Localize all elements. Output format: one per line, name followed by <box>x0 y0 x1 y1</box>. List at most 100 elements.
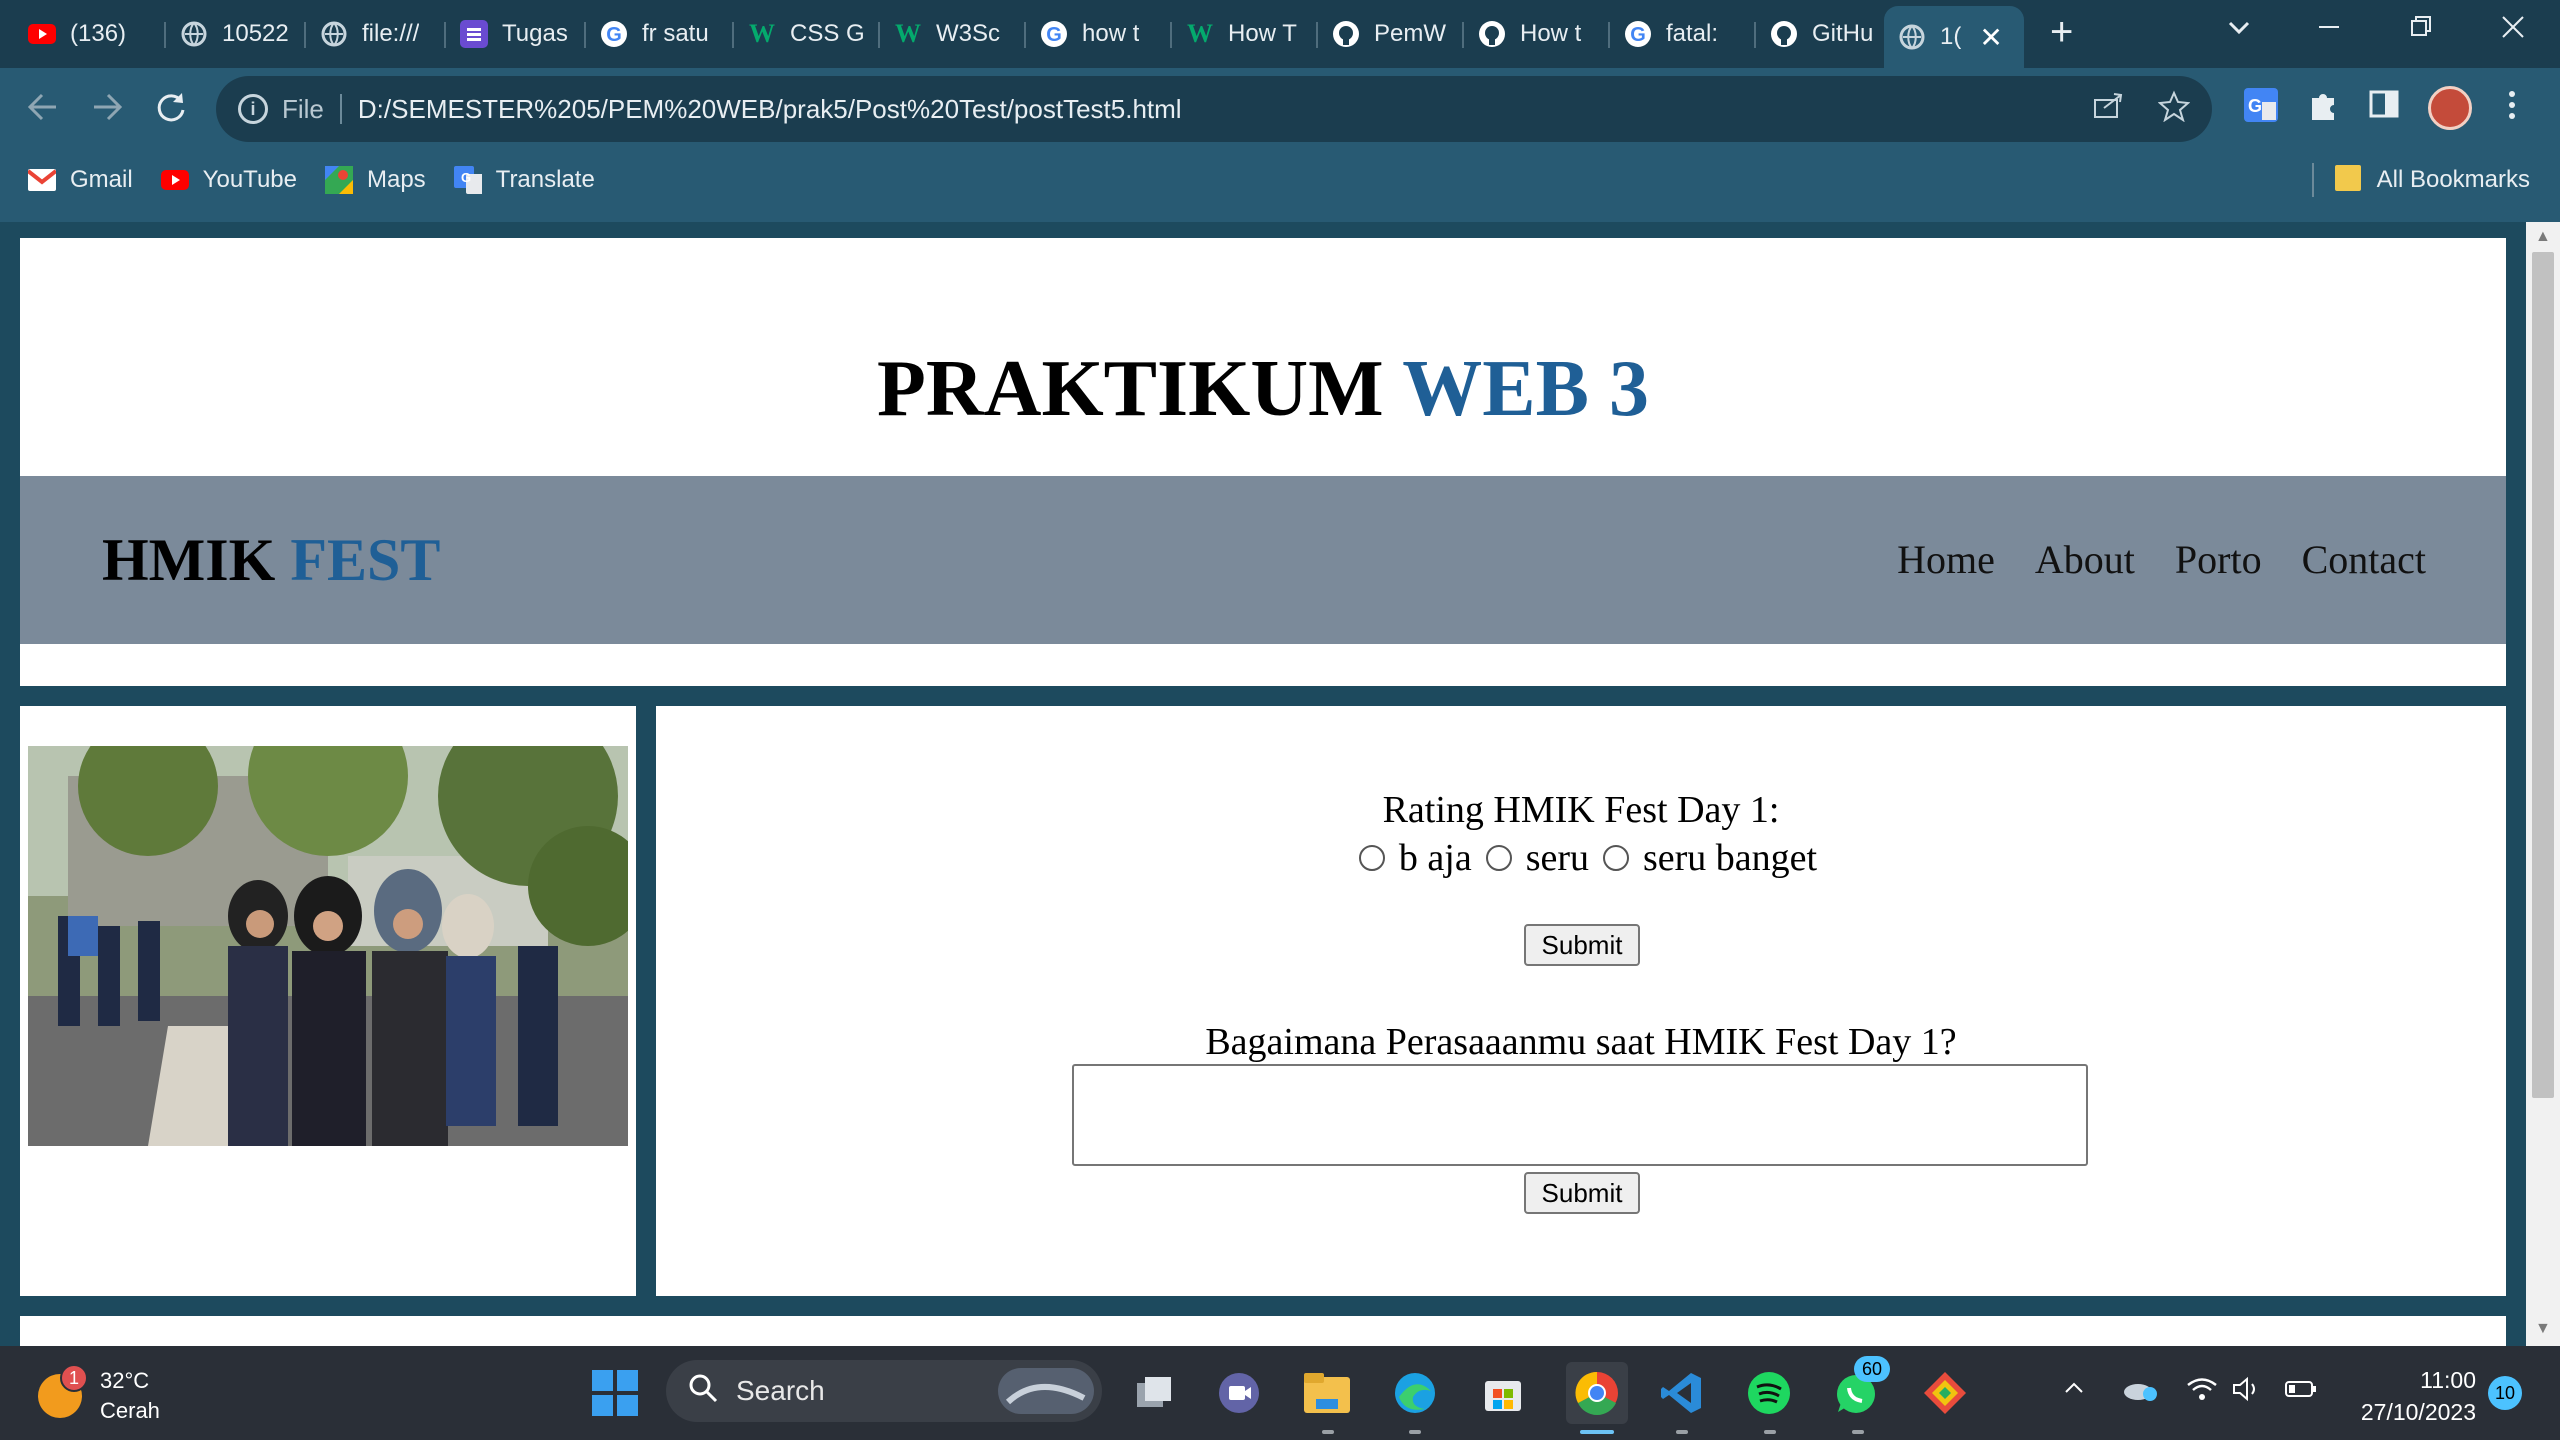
share-icon[interactable] <box>2092 90 2124 130</box>
browser-tab[interactable]: W How T <box>1172 10 1318 58</box>
scroll-up-icon[interactable]: ▲ <box>2535 228 2551 246</box>
site-brand[interactable]: HMIK FEST <box>102 526 440 595</box>
feeling-textarea[interactable] <box>1072 1064 2088 1166</box>
volume-icon[interactable] <box>2232 1376 2262 1409</box>
bookmark-star-icon[interactable] <box>2157 90 2191 130</box>
page-scrollbar[interactable]: ▲ ▼ <box>2526 222 2560 1346</box>
forward-icon[interactable] <box>90 90 124 133</box>
browser-tab[interactable]: W CSS G <box>734 10 880 58</box>
tab-title: How t <box>1520 20 1582 47</box>
browser-tab[interactable]: (136) <box>14 10 166 58</box>
vscode-icon[interactable] <box>1656 1368 1706 1418</box>
address-url[interactable]: D:/SEMESTER%205/PEM%20WEB/prak5/Post%20T… <box>358 94 1182 125</box>
minimize-icon[interactable] <box>2316 14 2342 47</box>
svg-text:G: G <box>1630 24 1646 46</box>
radio-label-seru-banget: seru banget <box>1643 837 1818 879</box>
feedback-form-panel: Rating HMIK Fest Day 1: b aja seru seru … <box>656 706 2506 1296</box>
browser-tab[interactable]: G fatal: <box>1610 10 1756 58</box>
site-info-icon[interactable]: i <box>238 94 268 124</box>
reload-icon[interactable] <box>154 90 188 133</box>
browser-tab[interactable]: 10522 <box>166 10 306 58</box>
file-scheme-label: File <box>282 93 324 124</box>
gmail-icon <box>28 166 56 194</box>
radio-label-b-aja: b aja <box>1398 837 1472 879</box>
browser-tab[interactable]: GitHu <box>1756 10 1884 58</box>
file-explorer-icon[interactable] <box>1302 1368 1352 1418</box>
bookmarks-divider <box>2312 163 2314 197</box>
bookmark-youtube[interactable]: YouTube <box>160 166 297 194</box>
browser-toolbar: i File D:/SEMESTER%205/PEM%20WEB/prak5/P… <box>0 68 2560 222</box>
bookmark-gmail[interactable]: Gmail <box>28 166 133 194</box>
notification-count-badge[interactable]: 10 <box>2488 1376 2522 1410</box>
running-indicator <box>1852 1430 1864 1434</box>
browser-tab[interactable]: How t <box>1464 10 1610 58</box>
bookmark-translate[interactable]: G Translate <box>453 166 595 194</box>
title-main-text: PRAKTIKUM <box>877 345 1384 433</box>
more-menu-icon[interactable] <box>2502 88 2522 130</box>
weather-widget[interactable]: 1 32°C Cerah <box>38 1364 160 1426</box>
nav-about-link[interactable]: About <box>2035 536 2135 583</box>
windows-start-icon[interactable] <box>590 1368 640 1418</box>
nav-contact-link[interactable]: Contact <box>2302 536 2426 583</box>
browser-tab[interactable]: Tugas <box>446 10 586 58</box>
tab-title: (136) <box>70 20 127 47</box>
back-icon[interactable] <box>26 90 60 133</box>
tab-title: fatal: <box>1666 20 1719 47</box>
tab-search-icon[interactable] <box>2226 14 2252 47</box>
browser-tab[interactable]: G fr satu <box>586 10 734 58</box>
event-photo <box>28 746 628 1146</box>
close-tab-icon[interactable]: ✕ <box>1979 21 2002 54</box>
chrome-taskbar-icon[interactable] <box>1566 1362 1628 1424</box>
tab-title: fr satu <box>642 20 709 47</box>
nav-home-link[interactable]: Home <box>1897 536 1995 583</box>
active-indicator <box>1580 1430 1614 1434</box>
weather-sun-icon: 1 <box>38 1364 88 1418</box>
all-bookmarks-button[interactable]: All Bookmarks <box>2334 163 2530 198</box>
scrollbar-thumb[interactable] <box>2532 252 2554 1098</box>
nav-porto-link[interactable]: Porto <box>2175 536 2262 583</box>
side-panel-icon[interactable] <box>2368 88 2400 128</box>
browser-tab-active[interactable]: 1( ✕ <box>1884 6 2024 68</box>
radio-b-aja[interactable] <box>1358 845 1385 871</box>
browser-tab[interactable]: W W3Sc <box>880 10 1026 58</box>
profile-avatar[interactable] <box>2428 86 2472 130</box>
git-kraken-icon[interactable] <box>1920 1368 1970 1418</box>
restore-icon[interactable] <box>2408 14 2434 47</box>
feeling-submit-button[interactable]: Submit <box>1524 1172 1640 1214</box>
microsoft-store-icon[interactable] <box>1478 1368 1528 1418</box>
translate-icon: G <box>453 166 482 194</box>
radio-seru[interactable] <box>1485 845 1512 871</box>
browser-tab[interactable]: file:/// <box>306 10 446 58</box>
tab-title: PemW <box>1374 20 1446 47</box>
address-bar[interactable]: i File D:/SEMESTER%205/PEM%20WEB/prak5/P… <box>216 76 2212 142</box>
bookmark-maps[interactable]: Maps <box>324 166 426 194</box>
spotify-icon[interactable] <box>1744 1368 1794 1418</box>
edge-browser-icon[interactable] <box>1390 1368 1440 1418</box>
running-indicator <box>1764 1430 1776 1434</box>
teams-chat-icon[interactable] <box>1214 1368 1264 1418</box>
close-window-icon[interactable] <box>2500 14 2526 47</box>
svg-text:G: G <box>606 24 622 46</box>
onedrive-icon[interactable] <box>2122 1376 2158 1409</box>
wifi-icon[interactable] <box>2186 1376 2218 1409</box>
task-view-icon[interactable] <box>1128 1368 1178 1418</box>
tab-title: 1( <box>1940 23 1962 50</box>
page-title: PRAKTIKUM WEB 3 <box>20 344 2506 435</box>
browser-tab[interactable]: G how t <box>1026 10 1172 58</box>
rating-submit-button[interactable]: Submit <box>1524 924 1640 966</box>
browser-tab[interactable]: PemW <box>1318 10 1464 58</box>
google-translate-extension-icon[interactable]: G <box>2244 88 2278 130</box>
search-label: Search <box>736 1375 825 1406</box>
list-icon <box>460 20 488 48</box>
taskbar-search-box[interactable]: Search <box>666 1360 1102 1422</box>
taskbar-clock[interactable]: 11:00 27/10/2023 <box>2346 1364 2476 1428</box>
page-header: PRAKTIKUM WEB 3 HMIK FEST Home About Por… <box>20 238 2506 686</box>
battery-icon[interactable] <box>2284 1376 2318 1409</box>
new-tab-button[interactable]: + <box>2050 12 2073 52</box>
radio-seru-banget[interactable] <box>1603 845 1629 871</box>
show-hidden-icons-chevron[interactable] <box>2062 1376 2086 1407</box>
brand-main-text: HMIK <box>102 527 276 593</box>
globe-icon <box>1898 23 1926 51</box>
extensions-puzzle-icon[interactable] <box>2306 88 2340 130</box>
scroll-down-icon[interactable]: ▼ <box>2535 1320 2551 1338</box>
